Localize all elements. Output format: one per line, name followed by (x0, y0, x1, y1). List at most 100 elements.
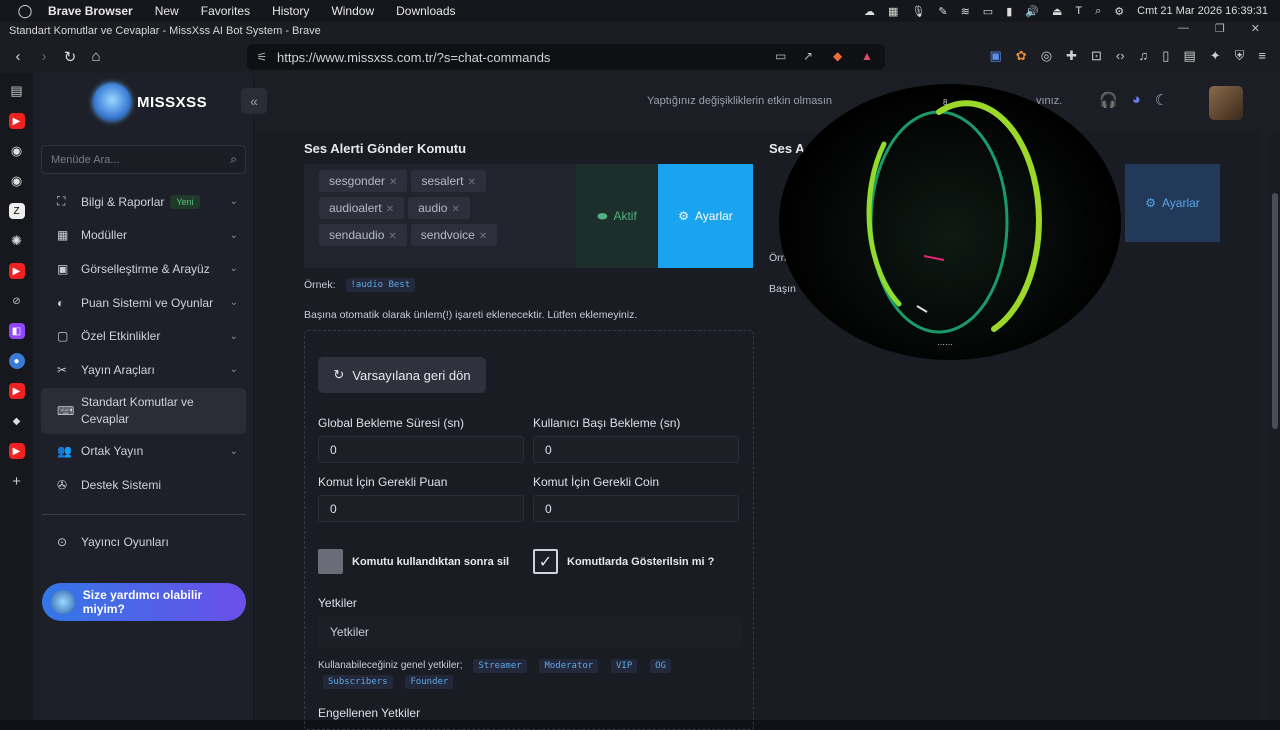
menu-favorites[interactable]: Favorites (201, 4, 250, 18)
missxss-icon[interactable]: ● (8, 353, 25, 369)
sidebar-toggle-icon[interactable]: ▯ (1162, 48, 1169, 64)
screenshot-icon[interactable]: ⊡ (1091, 48, 1102, 64)
user-cooldown-input[interactable]: 0 (533, 436, 739, 463)
active-toggle-button[interactable]: ⬬ Aktif (576, 164, 658, 268)
alias-tag[interactable]: sendvoice ✕ (410, 224, 498, 246)
help-chat-button[interactable]: Size yardımcı olabilir miyim? (42, 583, 246, 621)
sidebar-item-ozel-etkinlikler[interactable]: ▢ Özel Etkinlikler ⌄ (41, 319, 246, 353)
role-chip[interactable]: Streamer (473, 659, 527, 673)
translate-icon[interactable]: ▣ (990, 48, 1002, 64)
extensions-icon[interactable]: ✚ (1066, 48, 1077, 64)
monitor-icon[interactable]: ▭ (983, 5, 993, 18)
discord-icon[interactable]: ◕ (1132, 91, 1141, 109)
remove-tag-icon[interactable]: ✕ (479, 231, 487, 242)
page-scrollbar[interactable] (1270, 131, 1280, 720)
second-settings-button[interactable]: ⚙ Ayarlar (1125, 164, 1220, 242)
youtube-icon-2[interactable]: ▶ (8, 263, 25, 279)
alias-tag[interactable]: sendaudio ✕ (319, 224, 407, 246)
menu-new[interactable]: New (155, 4, 179, 18)
alias-tag[interactable]: audio ✕ (408, 197, 470, 219)
control-center-icon[interactable]: ⚙ (1114, 5, 1124, 18)
remove-tag-icon[interactable]: ✕ (467, 177, 475, 188)
avatar[interactable] (1209, 86, 1243, 120)
calendar-icon[interactable]: ▦ (888, 5, 898, 18)
music-icon[interactable]: ♫ (1139, 48, 1149, 64)
close-icon[interactable]: ✕ (1251, 22, 1260, 35)
sidebar-item-ortak-yayin[interactable]: 👥 Ortak Yayın ⌄ (41, 435, 246, 469)
twitch-icon[interactable]: ◧ (8, 323, 25, 339)
wifi-icon[interactable]: ≋ (961, 5, 970, 18)
search-icon[interactable]: ⌕ (1095, 5, 1101, 18)
share-icon[interactable]: ↗ (803, 49, 813, 63)
remove-tag-icon[interactable]: ✕ (451, 204, 459, 215)
sidebar-item-moduller[interactable]: ▦ Modüller ⌄ (41, 219, 246, 253)
sidebar-item-bilgi-raporlar[interactable]: ⛶ Bilgi & Raporlar Yeni ⌄ (41, 185, 246, 219)
sidebar-item-destek-sistemi[interactable]: ✇ Destek Sistemi (41, 468, 246, 502)
wallet-icon[interactable]: ▤ (1183, 48, 1195, 64)
remove-tag-icon[interactable]: ✕ (389, 177, 397, 188)
home-icon[interactable]: ⌂ (85, 48, 107, 65)
battery-icon[interactable]: ▮ (1006, 5, 1012, 18)
sidebar-item-yayinci-oyunlari[interactable]: ⊙ Yayıncı Oyunları (57, 535, 169, 549)
youtube-icon-4[interactable]: ▶ (8, 443, 25, 459)
delete-after-checkbox[interactable] (318, 549, 343, 574)
required-coin-input[interactable]: 0 (533, 495, 739, 522)
github-icon-2[interactable]: ◉ (9, 173, 25, 189)
back-icon[interactable]: ‹ (7, 48, 29, 65)
cloud-icon[interactable]: ☁ (864, 5, 875, 18)
global-cooldown-input[interactable]: 0 (318, 436, 524, 463)
url-text[interactable]: https://www.missxss.com.tr/?s=chat-comma… (277, 50, 550, 65)
menu-search-input[interactable]: Menüde Ara... ⌕ (41, 145, 246, 174)
role-chip[interactable]: VIP (611, 659, 638, 673)
command-aliases[interactable]: sesgonder ✕ sesalert ✕ audioalert ✕ audio ✕ se… (304, 164, 576, 268)
remove-tag-icon[interactable]: ✕ (386, 204, 394, 215)
reload-icon[interactable]: ↻ (59, 48, 81, 66)
remove-tag-icon[interactable]: ✕ (388, 231, 396, 242)
role-chip[interactable]: Moderator (539, 659, 599, 673)
eject-icon[interactable]: ⏏ (1052, 5, 1062, 18)
sidebar-item-yayin-araclari[interactable]: ✂ Yayın Araçları ⌄ (41, 353, 246, 387)
required-points-input[interactable]: 0 (318, 495, 524, 522)
leo-icon[interactable]: ✦ (1210, 48, 1221, 64)
address-bar[interactable]: ⚟ https://www.missxss.com.tr/?s=chat-com… (247, 44, 885, 70)
reset-defaults-button[interactable]: ↻ Varsayılana geri dön (318, 357, 486, 393)
mute-icon[interactable]: ⊘ (9, 293, 25, 309)
brave-rewards-icon[interactable]: ▲ (861, 49, 873, 63)
sidebar-item-standart-komutlar[interactable]: ⌨ Standart Komutlar ve Cevaplar (41, 387, 246, 434)
text-icon[interactable]: T (1075, 5, 1082, 17)
sidebar-panel-icon[interactable]: ▤ (9, 83, 25, 99)
brave-shields-icon[interactable]: ◆ (833, 49, 842, 63)
alias-tag[interactable]: audioalert ✕ (319, 197, 405, 219)
forward-icon[interactable]: › (33, 48, 55, 65)
youtube-icon[interactable]: ▶ (8, 113, 25, 129)
site-settings-icon[interactable]: ⚟ (247, 50, 277, 64)
show-in-list-checkbox[interactable]: ✓ (533, 549, 558, 574)
alias-tag[interactable]: sesgonder ✕ (319, 170, 408, 192)
restore-icon[interactable]: ❐ (1215, 22, 1225, 35)
cast-icon[interactable]: ▭ (775, 49, 786, 63)
vpn-icon[interactable]: ⛨ (1235, 48, 1245, 64)
menu-history[interactable]: History (272, 4, 309, 18)
settings-button[interactable]: ⚙ Ayarlar (658, 164, 753, 268)
role-chip[interactable]: Founder (405, 675, 454, 689)
chatgpt-icon[interactable]: ✺ (9, 233, 25, 249)
sidebar-item-puan-sistemi[interactable]: ◐ Puan Sistemi ve Oyunlar ⌄ (41, 286, 246, 320)
cookie-icon[interactable]: ✿ (1016, 48, 1027, 64)
pen-icon[interactable]: ✎ (938, 5, 947, 18)
microphone-icon[interactable]: 🎙 (911, 5, 925, 18)
sidebar-item-gorsellestirme[interactable]: ▣ Görselleştirme & Arayüz ⌄ (41, 252, 246, 286)
globe-icon[interactable]: ◎ (1041, 48, 1052, 64)
role-chip[interactable]: OG (650, 659, 671, 673)
role-chip[interactable]: Subscribers (323, 675, 393, 689)
menu-icon[interactable]: ≡ (1258, 48, 1266, 64)
minimize-icon[interactable]: — (1178, 22, 1189, 35)
github-icon[interactable]: ◉ (9, 143, 25, 159)
menu-app-name[interactable]: Brave Browser (48, 4, 133, 18)
youtube-icon-3[interactable]: ▶ (8, 383, 25, 399)
scrollbar-thumb[interactable] (1272, 193, 1278, 429)
devtools-icon[interactable]: ‹› (1116, 48, 1125, 64)
git-icon[interactable]: ◆ (9, 413, 25, 429)
clock[interactable]: Cmt 21 Mar 2026 16:39:31 (1137, 5, 1268, 17)
alias-tag[interactable]: sesalert ✕ (411, 170, 486, 192)
menu-downloads[interactable]: Downloads (396, 4, 455, 18)
